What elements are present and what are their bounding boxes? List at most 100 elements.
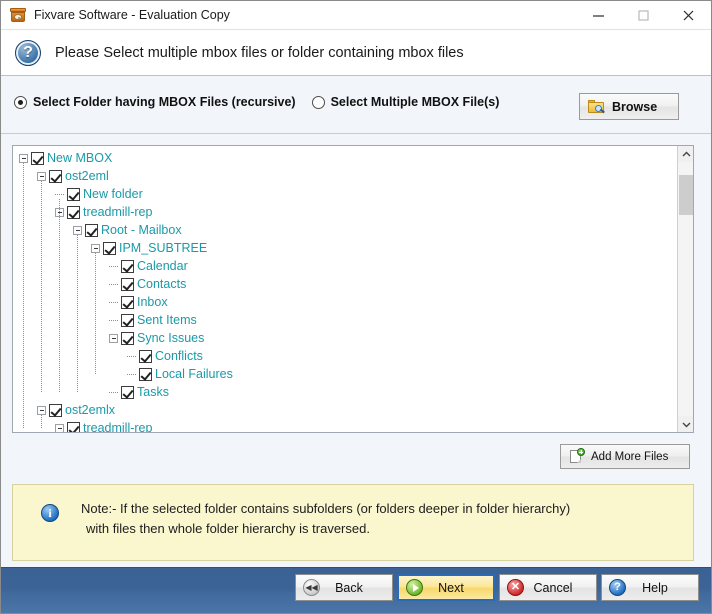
tree-node-label: ost2emlx [65,403,115,417]
tree-connector-line [109,302,118,303]
chevron-down-icon[interactable] [678,416,694,432]
tree-checkbox[interactable] [31,152,44,165]
application-window: Fixvare Software - Evaluation Copy ? Ple… [0,0,712,614]
tree-row[interactable]: Tasks [13,383,677,401]
tree-guide-line [41,181,42,392]
maximize-icon[interactable] [621,1,666,29]
source-mode-group: Select Folder having MBOX Files (recursi… [14,95,515,109]
radio-select-files[interactable]: Select Multiple MBOX File(s) [312,95,500,109]
tree-row[interactable]: ost2eml [13,167,677,185]
tree-checkbox[interactable] [139,350,152,363]
back-button[interactable]: ◀◀Back [295,574,393,601]
tree-row[interactable]: ost2emlx [13,401,677,419]
tree-expander-collapse-icon[interactable] [55,424,64,433]
tree-node-label: Contacts [137,277,186,291]
tree-expander-collapse-icon[interactable] [91,244,100,253]
folder-search-icon [588,100,605,114]
tree-expander-collapse-icon[interactable] [73,226,82,235]
help-icon: ? [609,579,626,596]
play-icon [406,579,423,596]
tree-checkbox[interactable] [67,206,80,219]
chevron-up-icon[interactable] [678,146,694,162]
tree-row[interactable]: treadmill-rep [13,419,677,432]
header-instruction: Please Select multiple mbox files or fol… [55,45,464,61]
tree-row[interactable]: Sync Issues [13,329,677,347]
tree-checkbox[interactable] [85,224,98,237]
tree-row[interactable]: Calendar [13,257,677,275]
tree-node-label: Root - Mailbox [101,223,182,237]
tree-checkbox[interactable] [121,314,134,327]
tree-row[interactable]: Inbox [13,293,677,311]
tree-expander-collapse-icon[interactable] [37,406,46,415]
tree-expander-collapse-icon[interactable] [19,154,28,163]
tree-connector-line [55,194,64,195]
folder-tree-panel[interactable]: New MBOX ost2eml New folder treadmill-rep Ro… [12,145,694,433]
help-button[interactable]: ?Help [601,574,699,601]
folder-tree[interactable]: New MBOX ost2eml New folder treadmill-rep Ro… [13,146,677,432]
tree-row[interactable]: Local Failures [13,365,677,383]
note-text: Note:- If the selected folder contains s… [81,499,570,539]
scrollbar-thumb[interactable] [679,175,693,215]
header-bar: ? Please Select multiple mbox files or f… [1,30,711,76]
tree-checkbox[interactable] [121,386,134,399]
tree-row[interactable]: New MBOX [13,149,677,167]
tree-node-label: Inbox [137,295,168,309]
tree-node-label: Local Failures [155,367,233,381]
tree-node-label: ost2eml [65,169,109,183]
back-button-label: Back [320,581,392,595]
tree-node-label: Tasks [137,385,169,399]
minimize-icon[interactable] [576,1,621,29]
tree-node-label: Calendar [137,259,188,273]
tree-checkbox[interactable] [121,332,134,345]
footer-button-group: ◀◀BackNext✕Cancel?Help [295,574,699,601]
archive-box-icon [10,7,26,23]
cancel-button-label: Cancel [524,581,596,595]
tree-node-label: Sent Items [137,313,197,327]
question-mark-icon: ? [15,40,41,66]
tree-row[interactable]: Conflicts [13,347,677,365]
add-more-files-button[interactable]: Add More Files [560,444,690,469]
tree-guide-line [77,235,78,392]
next-button[interactable]: Next [397,574,495,601]
note-line-1: Note:- If the selected folder contains s… [81,501,570,516]
browse-button[interactable]: Browse [579,93,679,120]
tree-row[interactable]: Root - Mailbox [13,221,677,239]
title-bar: Fixvare Software - Evaluation Copy [1,1,711,30]
tree-checkbox[interactable] [67,188,80,201]
tree-checkbox[interactable] [121,260,134,273]
tree-node-label: IPM_SUBTREE [119,241,207,255]
tree-row[interactable]: New folder [13,185,677,203]
tree-node-label: Sync Issues [137,331,204,345]
tree-checkbox[interactable] [139,368,152,381]
cancel-icon: ✕ [507,579,524,596]
tree-node-label: New MBOX [47,151,112,165]
tree-checkbox[interactable] [49,404,62,417]
radio-indicator-files[interactable] [312,96,325,109]
tree-node-label: treadmill-rep [83,205,152,219]
tree-checkbox[interactable] [121,278,134,291]
radio-indicator-folder[interactable] [14,96,27,109]
file-add-icon [570,449,584,464]
tree-checkbox[interactable] [49,170,62,183]
tree-row[interactable]: Sent Items [13,311,677,329]
close-icon[interactable] [666,1,711,29]
tree-guide-line [95,253,96,374]
cancel-button[interactable]: ✕Cancel [499,574,597,601]
tree-checkbox[interactable] [67,422,80,433]
tree-row[interactable]: treadmill-rep [13,203,677,221]
tree-checkbox[interactable] [103,242,116,255]
window-controls [576,1,711,29]
tree-expander-collapse-icon[interactable] [37,172,46,181]
tree-checkbox[interactable] [121,296,134,309]
tree-expander-collapse-icon[interactable] [109,334,118,343]
next-button-label: Next [423,581,493,595]
tree-row[interactable]: IPM_SUBTREE [13,239,677,257]
rewind-icon: ◀◀ [303,579,320,596]
tree-row[interactable]: Contacts [13,275,677,293]
info-icon: i [41,504,59,522]
radio-select-folder[interactable]: Select Folder having MBOX Files (recursi… [14,95,296,109]
tree-node-label: Conflicts [155,349,203,363]
tree-vertical-scrollbar[interactable] [677,146,693,432]
tree-connector-line [109,284,118,285]
tree-connector-line [127,356,136,357]
